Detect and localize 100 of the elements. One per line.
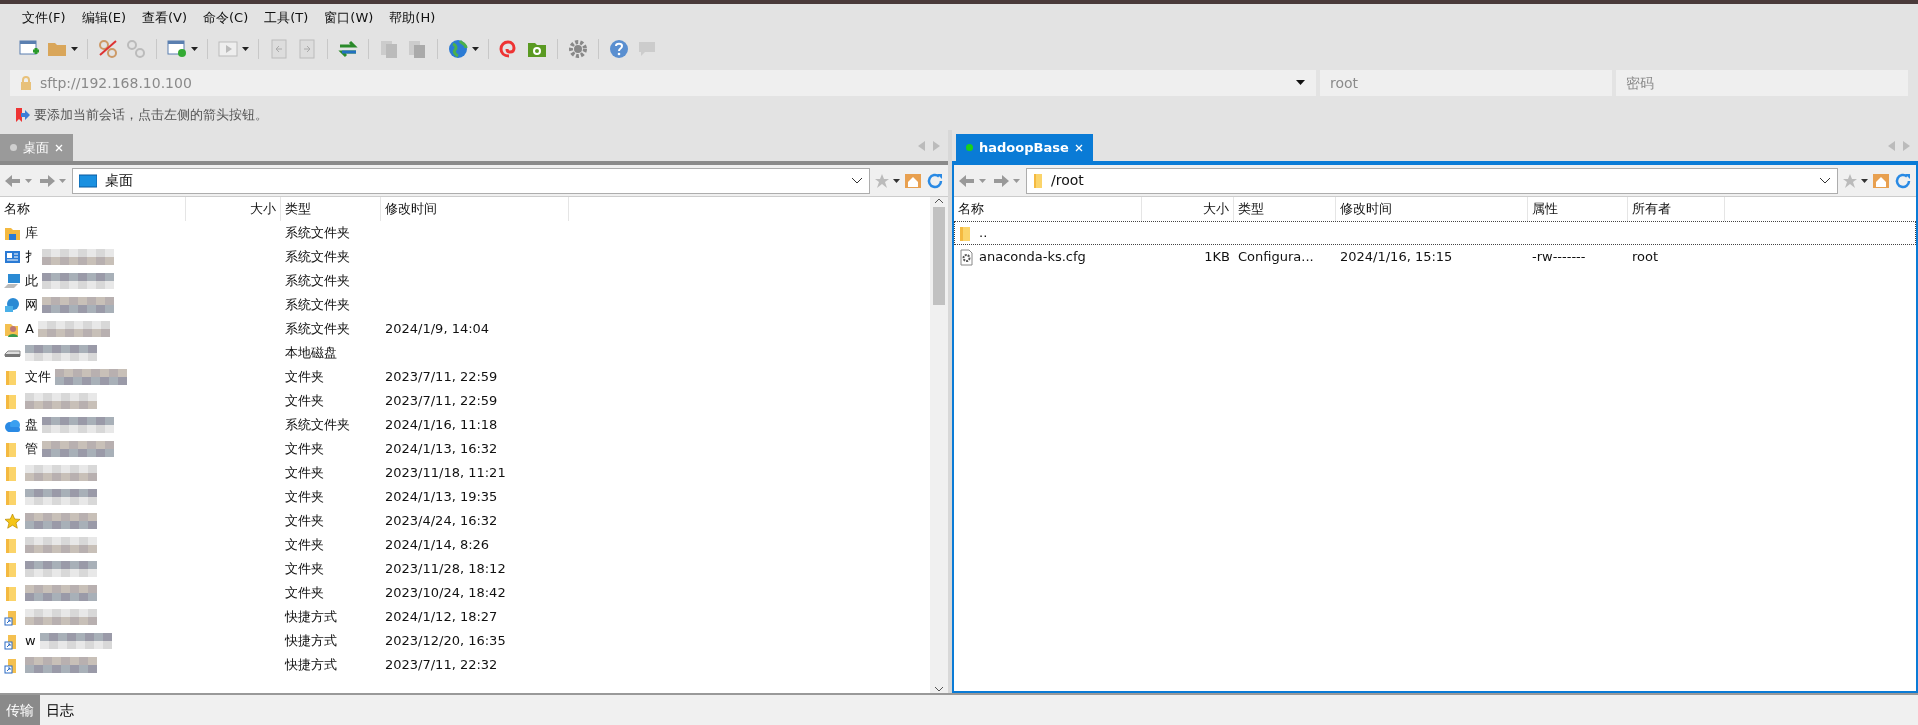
bookmark-icon[interactable] xyxy=(1842,172,1868,189)
play-icon[interactable] xyxy=(217,38,249,60)
column-header[interactable]: 所有者 xyxy=(1628,197,1725,221)
table-cell-text: Configura... xyxy=(1238,248,1314,267)
column-header[interactable]: 大小 xyxy=(1142,197,1234,221)
table-cell-text: 2023/7/11, 22:59 xyxy=(385,392,498,411)
table-cell-text: root xyxy=(1632,248,1659,267)
status-dot xyxy=(966,144,973,151)
table-cell-text: 2023/11/18, 11:21 xyxy=(385,464,506,483)
column-header[interactable]: 修改时间 xyxy=(381,197,569,221)
menu-item[interactable]: 工具(T) xyxy=(256,4,317,32)
table-cell-text: 文件夹 xyxy=(285,512,324,531)
close-icon[interactable] xyxy=(1074,143,1083,152)
password-field[interactable]: 密码 xyxy=(1616,70,1908,96)
table-cell-text: 2024/1/16, 11:18 xyxy=(385,416,498,435)
table-cell-text: 快捷方式 xyxy=(285,608,337,627)
table-cell-text: -rw------- xyxy=(1532,248,1586,267)
table-cell-text: 系统文件夹 xyxy=(285,296,350,315)
back-icon[interactable] xyxy=(4,172,34,189)
column-header[interactable]: 修改时间 xyxy=(1336,197,1528,221)
table-cell-text: 系统文件夹 xyxy=(285,248,350,267)
table-cell-text: 快捷方式 xyxy=(285,656,337,675)
help-icon[interactable] xyxy=(608,38,630,60)
network-icon xyxy=(4,296,21,314)
file-name[interactable]: .. xyxy=(979,223,988,243)
column-header[interactable]: 名称 xyxy=(0,197,186,221)
scroll-up-icon[interactable] xyxy=(934,197,944,205)
file-name[interactable]: 库 xyxy=(25,223,38,243)
window-settings-icon[interactable] xyxy=(166,38,198,60)
table-cell-text: 系统文件夹 xyxy=(285,320,350,339)
table-cell-text: 快捷方式 xyxy=(285,632,337,651)
table-cell-text: 文件夹 xyxy=(285,392,324,411)
refresh-icon[interactable] xyxy=(1894,171,1912,190)
column-header[interactable]: 大小 xyxy=(186,197,281,221)
session-tab[interactable]: hadoopBase xyxy=(956,134,1093,161)
file-name[interactable]: w xyxy=(25,631,36,651)
file-name[interactable]: 文件 xyxy=(25,367,51,387)
control-panel-icon xyxy=(4,248,21,266)
globe-icon[interactable] xyxy=(447,38,479,60)
path-field[interactable]: /root xyxy=(1026,167,1838,194)
menu-item[interactable]: 文件(F) xyxy=(14,4,74,32)
menu-item[interactable]: 编辑(E) xyxy=(73,4,134,32)
dropdown-icon[interactable] xyxy=(1296,80,1306,86)
table-cell-text: 2023/7/11, 22:59 xyxy=(385,368,498,387)
file-name[interactable]: 网 xyxy=(25,295,38,315)
settings-icon[interactable] xyxy=(567,38,589,60)
menu-item[interactable]: 帮助(H) xyxy=(381,4,444,32)
table-cell-text: 文件夹 xyxy=(285,488,324,507)
dropdown-icon[interactable] xyxy=(851,176,863,185)
table-cell-text: 2023/11/28, 18:12 xyxy=(385,560,506,579)
table-cell-text: 文件夹 xyxy=(285,464,324,483)
table-cell-text: 本地磁盘 xyxy=(285,344,337,363)
table-cell-text: 2023/4/24, 16:32 xyxy=(385,512,498,531)
panel-tab[interactable]: 日志 xyxy=(40,695,80,725)
computer-icon xyxy=(4,272,21,290)
scrollbar[interactable] xyxy=(930,197,948,693)
flag-arrow-icon[interactable] xyxy=(14,107,30,123)
column-header[interactable]: 属性 xyxy=(1528,197,1628,221)
table-cell-text: 2024/1/16, 15:15 xyxy=(1340,248,1453,267)
bookmark-icon[interactable] xyxy=(874,172,900,189)
table-cell-text: 2024/1/13, 16:32 xyxy=(385,440,498,459)
username-field[interactable]: root xyxy=(1320,70,1612,96)
scroll-thumb[interactable] xyxy=(933,207,945,305)
file-settings-icon xyxy=(958,248,975,266)
table-cell-text: 1KB xyxy=(1204,248,1230,267)
menu-item[interactable]: 查看(V) xyxy=(134,4,196,32)
file-name[interactable]: A xyxy=(25,319,34,339)
column-header[interactable]: 名称 xyxy=(954,197,1142,221)
column-header[interactable]: 类型 xyxy=(281,197,381,221)
paste-icon[interactable] xyxy=(406,38,428,60)
back-icon[interactable] xyxy=(958,172,988,189)
home-icon[interactable] xyxy=(904,172,922,189)
close-icon[interactable] xyxy=(55,143,63,152)
table-cell-text: 2023/12/20, 16:35 xyxy=(385,632,506,651)
forward-icon[interactable] xyxy=(38,172,68,189)
refresh-icon[interactable] xyxy=(926,171,944,190)
table-cell-text: 2024/1/12, 18:27 xyxy=(385,608,498,627)
menu-item[interactable]: 命令(C) xyxy=(195,4,257,32)
file-name[interactable]: anaconda-ks.cfg xyxy=(979,247,1086,267)
disconnect-icon[interactable] xyxy=(97,38,119,60)
table-cell-text: 文件夹 xyxy=(285,440,324,459)
file-name[interactable]: 盘 xyxy=(25,415,38,435)
table-cell-text: 文件夹 xyxy=(285,368,324,387)
file-name[interactable]: 管 xyxy=(25,439,38,459)
table-cell-text: 文件夹 xyxy=(285,536,324,555)
lock-icon xyxy=(20,76,32,90)
dropdown-icon[interactable] xyxy=(1819,176,1831,185)
forward-icon[interactable] xyxy=(992,172,1022,189)
scroll-down-icon[interactable] xyxy=(934,685,944,693)
column-header[interactable]: 类型 xyxy=(1234,197,1336,221)
path-field[interactable]: 桌面 xyxy=(72,167,870,194)
transfer-icon[interactable] xyxy=(337,38,359,60)
table-cell-text: 2024/1/9, 14:04 xyxy=(385,320,490,339)
menu-item[interactable]: 窗口(W) xyxy=(316,4,382,32)
home-icon[interactable] xyxy=(1872,172,1890,189)
table-cell-text: 系统文件夹 xyxy=(285,416,350,435)
file-name[interactable]: 此 xyxy=(25,271,38,291)
focused-row[interactable]: .. xyxy=(954,221,1916,245)
table-cell-text: 系统文件夹 xyxy=(285,224,350,243)
file-name[interactable]: 扌 xyxy=(25,247,38,267)
